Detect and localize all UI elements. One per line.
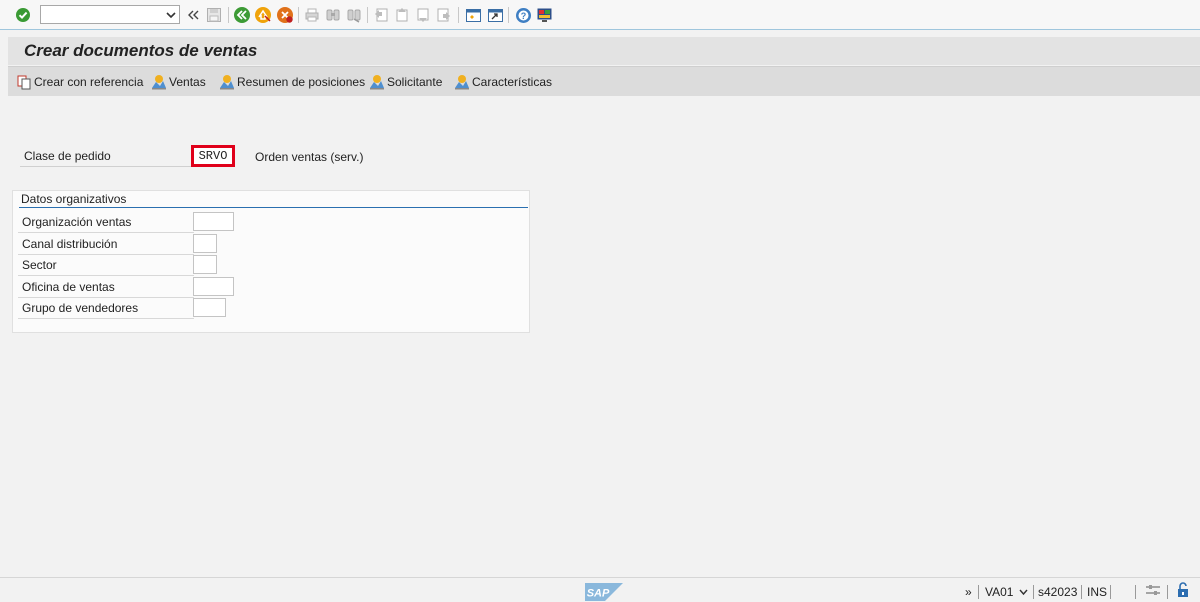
settings-sliders-icon[interactable] bbox=[1145, 583, 1161, 600]
order-type-input[interactable]: SRVO bbox=[191, 145, 235, 167]
org-data-group: Datos organizativos Organización ventas … bbox=[12, 190, 530, 333]
characteristics-icon bbox=[455, 75, 469, 90]
sales-button[interactable]: Ventas bbox=[151, 73, 206, 91]
sap-logo-text: SAP bbox=[587, 588, 610, 600]
create-with-reference-button[interactable]: Crear con referencia bbox=[17, 73, 143, 91]
item-overview-button[interactable]: Resumen de posiciones bbox=[219, 73, 365, 91]
command-input[interactable] bbox=[41, 6, 161, 23]
sold-to-party-button[interactable]: Solicitante bbox=[369, 73, 442, 91]
system-toolbar: ? bbox=[0, 0, 1200, 30]
find-icon[interactable] bbox=[324, 6, 342, 24]
help-icon[interactable]: ? bbox=[514, 6, 532, 24]
page-title: Crear documentos de ventas bbox=[24, 41, 258, 60]
back-icon[interactable] bbox=[233, 6, 251, 24]
shortcut-icon[interactable] bbox=[486, 6, 504, 24]
sales-org-input[interactable] bbox=[193, 212, 234, 231]
sales-office-input[interactable] bbox=[193, 277, 234, 296]
lock-icon[interactable] bbox=[1176, 582, 1190, 601]
collapse-icon[interactable] bbox=[184, 6, 202, 24]
sales-org-label-text: Organización ventas bbox=[22, 215, 132, 229]
transaction-dropdown-icon[interactable] bbox=[1019, 585, 1028, 599]
enter-icon[interactable] bbox=[14, 6, 32, 24]
sold-to-party-icon bbox=[370, 75, 384, 90]
last-page-icon[interactable] bbox=[435, 6, 453, 24]
org-data-title: Datos organizativos bbox=[19, 192, 528, 208]
transaction-code: VA01 bbox=[985, 585, 1014, 599]
sales-group-input[interactable] bbox=[193, 298, 226, 317]
order-type-label-text: Clase de pedido bbox=[24, 149, 111, 163]
create-with-reference-label: Crear con referencia bbox=[34, 75, 144, 89]
item-overview-icon bbox=[220, 75, 234, 90]
item-overview-label: Resumen de posiciones bbox=[237, 75, 366, 89]
division-input[interactable] bbox=[193, 255, 217, 274]
order-type-value: SRVO bbox=[198, 149, 228, 163]
sold-to-party-label: Solicitante bbox=[387, 75, 443, 89]
sales-group-label: Grupo de vendedores bbox=[18, 298, 194, 319]
svg-text:?: ? bbox=[520, 11, 526, 21]
status-bar: SAP » VA01 s42023 INS bbox=[0, 577, 1200, 602]
order-type-label: Clase de pedido bbox=[20, 146, 192, 167]
sales-label: Ventas bbox=[169, 75, 206, 89]
division-label: Sector bbox=[18, 255, 194, 276]
copy-document-icon bbox=[17, 75, 31, 89]
application-toolbar: Crear con referencia Ventas Resumen de p… bbox=[8, 66, 1200, 96]
command-field[interactable] bbox=[40, 5, 180, 24]
customize-layout-icon[interactable] bbox=[535, 6, 553, 24]
previous-page-icon[interactable] bbox=[393, 6, 411, 24]
input-mode[interactable]: INS bbox=[1087, 585, 1107, 599]
print-icon[interactable] bbox=[303, 6, 321, 24]
save-icon[interactable] bbox=[205, 6, 223, 24]
server-name: s42023 bbox=[1038, 585, 1078, 599]
new-session-icon[interactable] bbox=[464, 6, 482, 24]
sales-office-label-text: Oficina de ventas bbox=[22, 280, 115, 294]
sales-org-label: Organización ventas bbox=[18, 212, 194, 233]
cancel-icon[interactable] bbox=[276, 6, 294, 24]
command-dropdown-icon[interactable] bbox=[165, 8, 177, 21]
header-overview-icon bbox=[152, 75, 166, 90]
status-expand-icon[interactable]: » bbox=[965, 585, 972, 599]
distribution-channel-input[interactable] bbox=[193, 234, 217, 253]
characteristics-button[interactable]: Características bbox=[454, 73, 552, 91]
next-page-icon[interactable] bbox=[414, 6, 432, 24]
distribution-channel-label-text: Canal distribución bbox=[22, 237, 118, 251]
division-label-text: Sector bbox=[22, 258, 57, 272]
first-page-icon[interactable] bbox=[372, 6, 390, 24]
find-next-icon[interactable] bbox=[345, 6, 363, 24]
distribution-channel-label: Canal distribución bbox=[18, 234, 194, 255]
order-type-description: Orden ventas (serv.) bbox=[255, 150, 364, 164]
sap-logo: SAP bbox=[585, 583, 623, 601]
sales-group-label-text: Grupo de vendedores bbox=[22, 301, 139, 315]
sales-office-label: Oficina de ventas bbox=[18, 277, 194, 298]
characteristics-label: Características bbox=[472, 75, 553, 89]
title-bar: Crear documentos de ventas bbox=[8, 37, 1200, 65]
exit-icon[interactable] bbox=[254, 6, 272, 24]
